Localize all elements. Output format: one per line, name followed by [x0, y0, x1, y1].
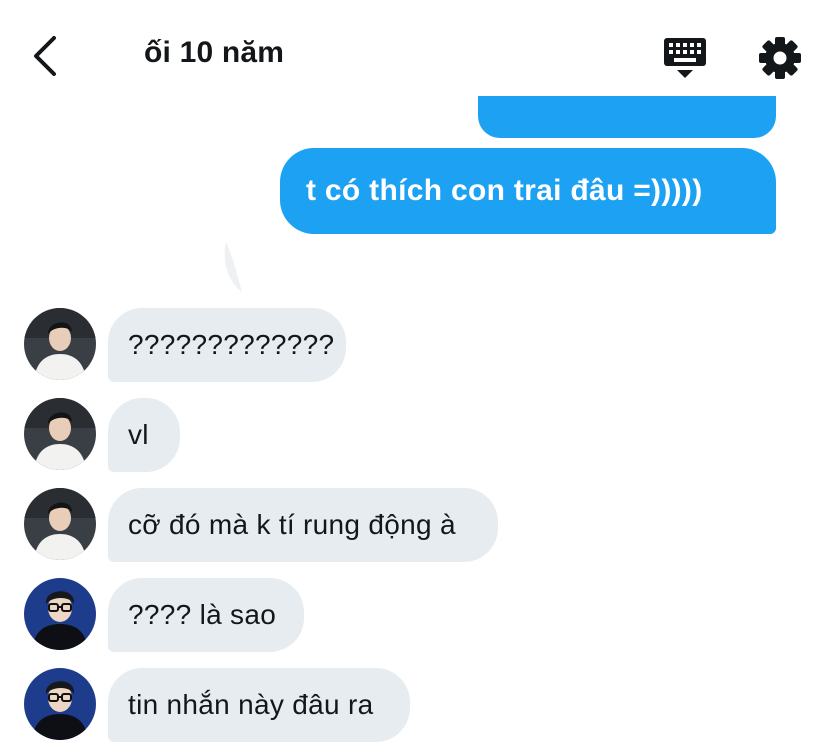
- back-button[interactable]: [26, 34, 66, 78]
- keyboard-button[interactable]: [662, 36, 708, 80]
- avatar-boy-white-shirt[interactable]: [24, 308, 96, 380]
- received-message-bubble[interactable]: ?????????????: [108, 308, 346, 382]
- received-message-bubble[interactable]: cỡ đó mà k tí rung động à: [108, 488, 498, 562]
- avatar-boy-white-shirt[interactable]: [24, 398, 96, 470]
- sent-message-bubble[interactable]: t có thích con trai đâu =))))): [280, 148, 776, 234]
- keyboard-icon: [664, 38, 706, 78]
- chevron-left-icon: [34, 36, 56, 76]
- received-message-bubble[interactable]: vl: [108, 398, 180, 472]
- gear-icon: [759, 37, 801, 79]
- conversation-header: ối 10 năm: [0, 0, 828, 110]
- avatar-boy-white-shirt[interactable]: [24, 488, 96, 560]
- avatar-boy-glasses[interactable]: [24, 668, 96, 740]
- sent-message-bubble[interactable]: [478, 96, 776, 138]
- received-message-bubble[interactable]: ???? là sao: [108, 578, 304, 652]
- settings-button[interactable]: [758, 36, 802, 80]
- received-message-bubble[interactable]: tin nhắn này đâu ra: [108, 668, 410, 742]
- scroll-indicator: [224, 242, 242, 292]
- avatar-boy-glasses[interactable]: [24, 578, 96, 650]
- conversation-title: ối 10 năm: [144, 36, 285, 69]
